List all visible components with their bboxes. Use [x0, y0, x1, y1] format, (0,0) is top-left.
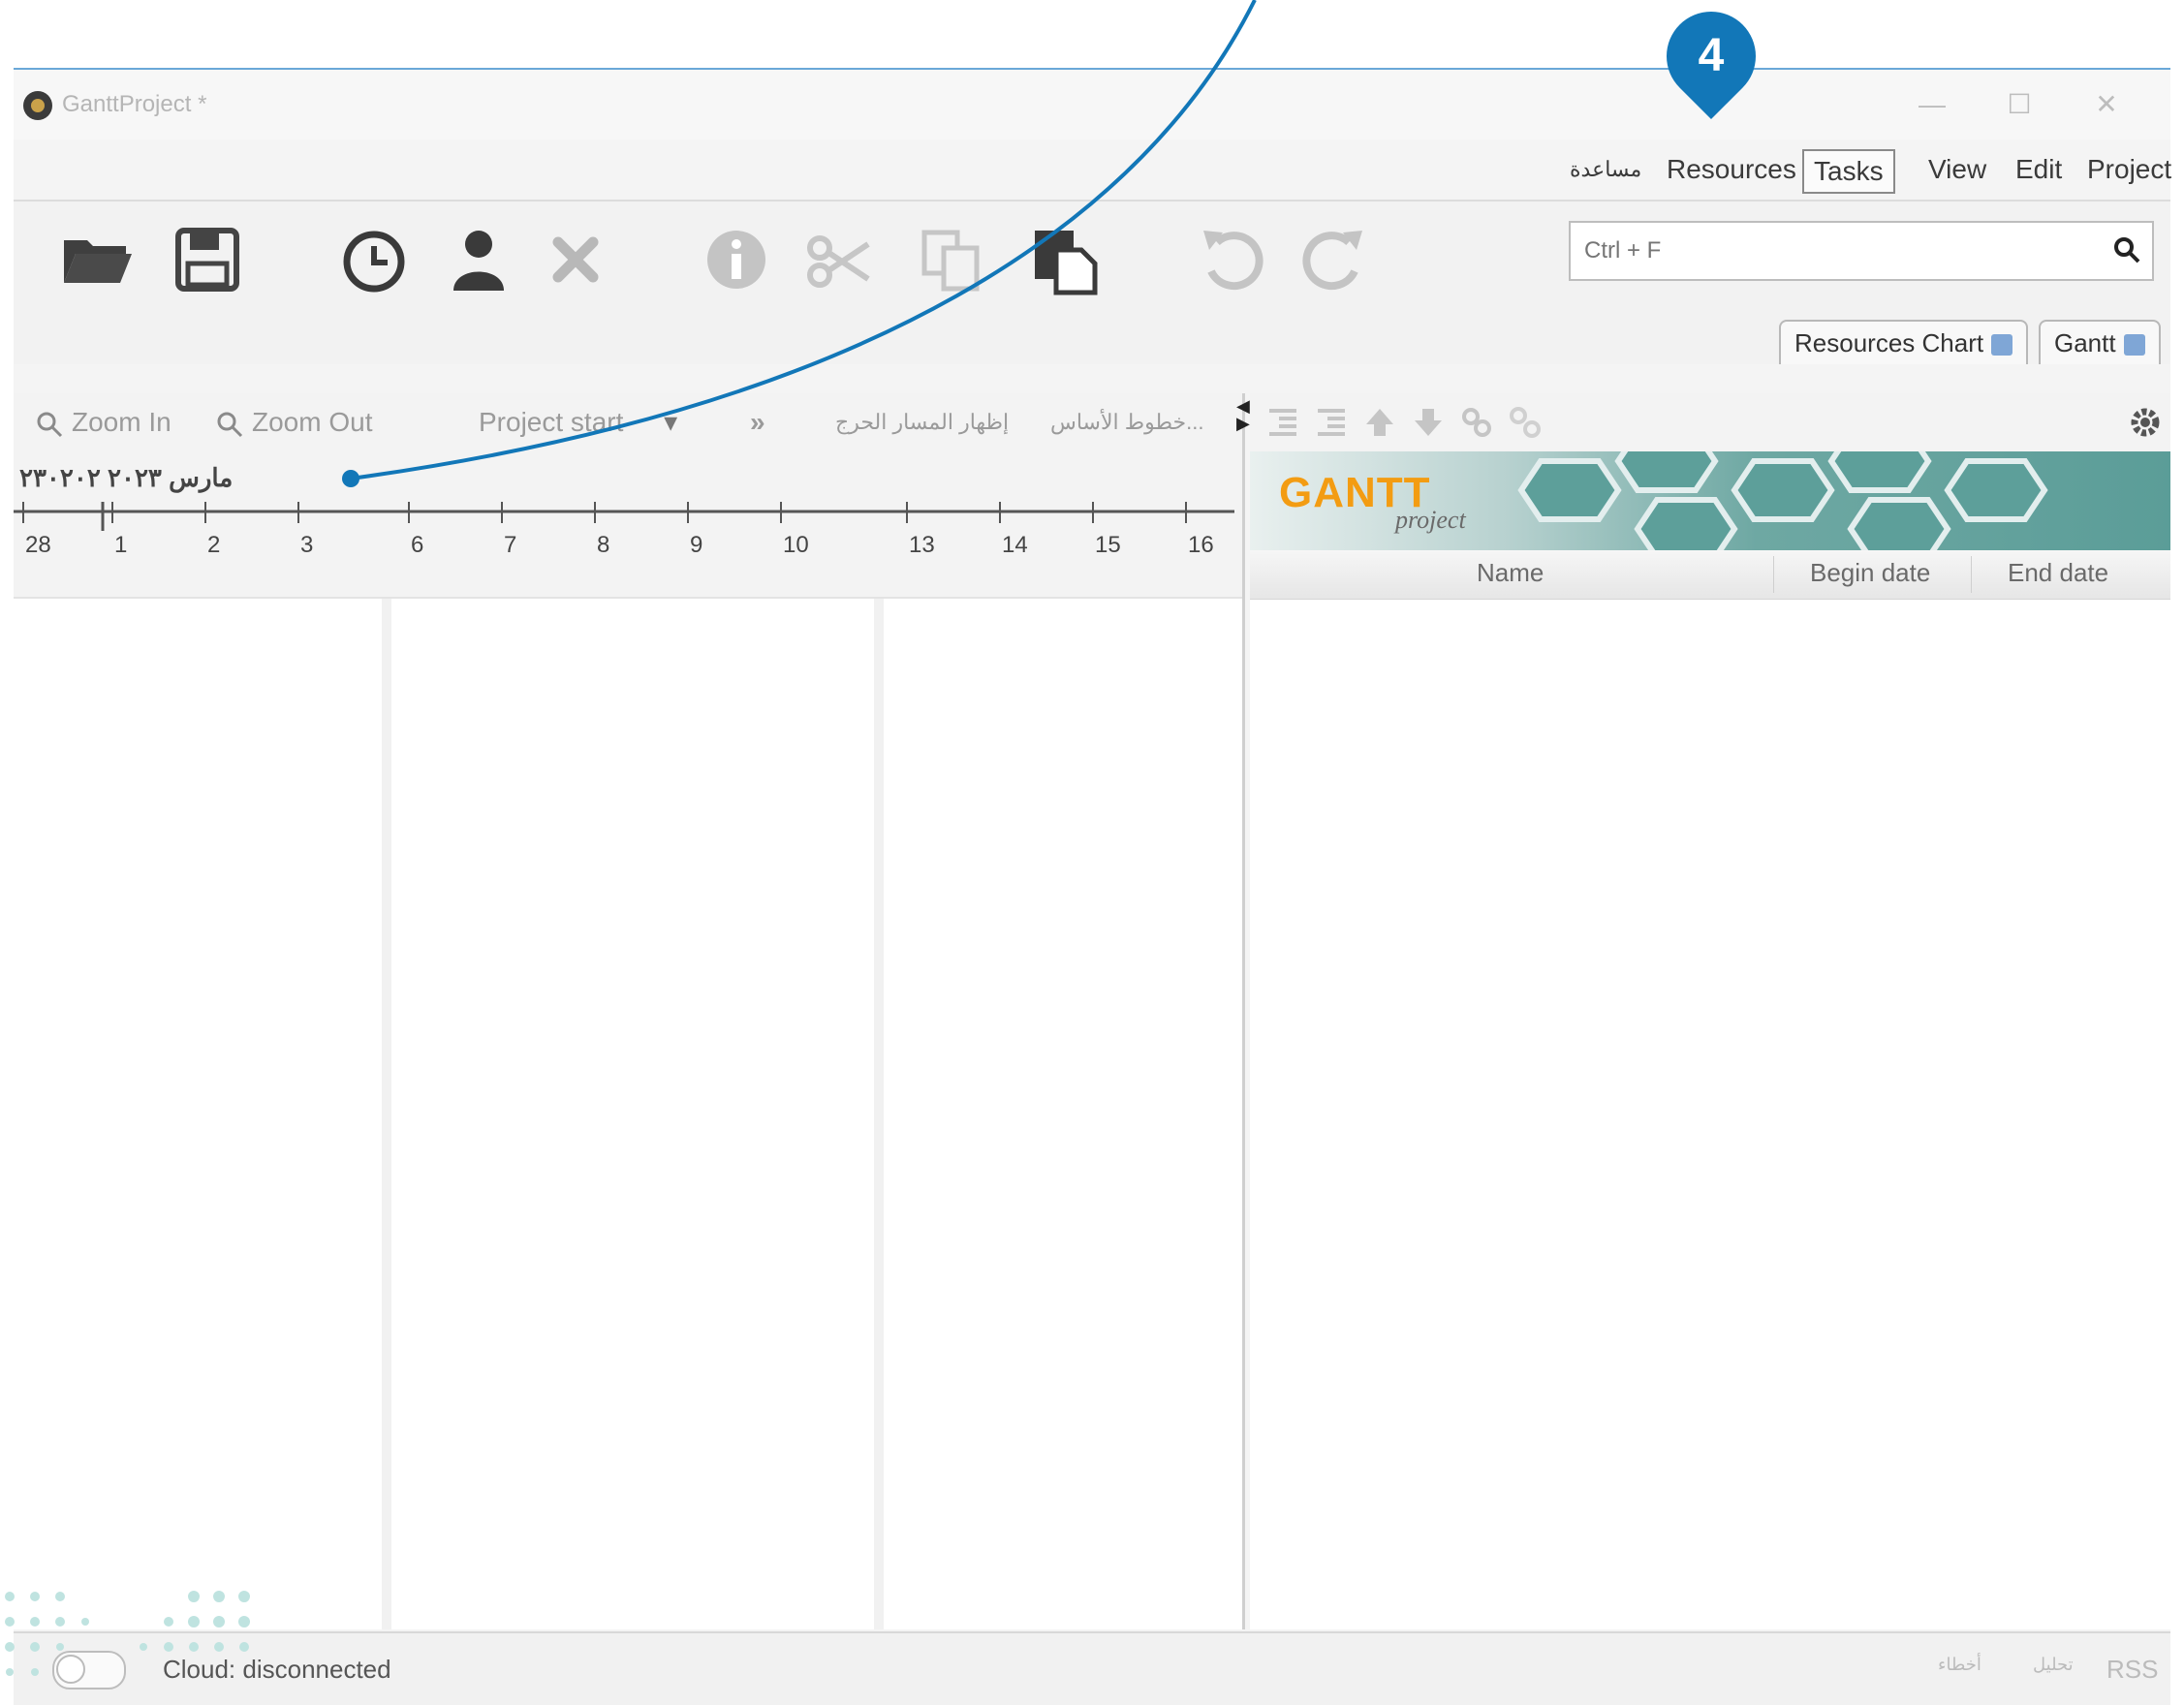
info-icon[interactable] [698, 221, 775, 298]
gantt-project-banner: GANTT project [1250, 451, 2170, 550]
zoom-out-icon [217, 412, 243, 437]
day-label: 2 [207, 532, 220, 558]
chart-toolbar: Zoom In Zoom Out Project start ▾ » إظهار… [14, 393, 1242, 451]
main-toolbar [14, 202, 2170, 316]
move-up-icon[interactable] [1362, 405, 1397, 440]
zoom-in-button[interactable]: Zoom In [35, 405, 172, 440]
task-tree-panel: GANTT project Name Begin date End date [1250, 393, 2170, 1629]
maximize-button[interactable]: ☐ [1990, 83, 2048, 126]
decorative-dots [5, 1591, 250, 1676]
clock-icon[interactable] [335, 221, 413, 298]
splitter-arrows[interactable]: ◀ ▶ [1236, 397, 1250, 432]
task-table-header: Name Begin date End date [1250, 550, 2170, 600]
menu-tasks[interactable]: Tasks [1802, 149, 1895, 194]
zoom-out-label: Zoom Out [252, 407, 373, 437]
day-label: 1 [114, 532, 127, 558]
day-label: 7 [504, 532, 516, 558]
column-separator [1773, 556, 1774, 593]
tab-resources-chart[interactable]: Resources Chart [1779, 320, 2029, 364]
link-icon[interactable] [1459, 405, 1494, 440]
tab-resources-chart-label: Resources Chart [1794, 328, 1984, 357]
day-label: 8 [597, 532, 609, 558]
task-tree-toolbar [1250, 393, 2170, 451]
move-down-icon[interactable] [1411, 405, 1446, 440]
day-label: 10 [783, 532, 809, 558]
scroll-forward-button[interactable]: » [750, 405, 765, 440]
zoom-in-label: Zoom In [72, 407, 172, 437]
chart-gridline [382, 599, 391, 1629]
outdent-icon[interactable] [1265, 405, 1300, 440]
zoom-out-button[interactable]: Zoom Out [215, 405, 372, 440]
delete-icon[interactable] [537, 221, 614, 298]
tab-gantt-label: Gantt [2054, 328, 2116, 357]
status-errors[interactable]: أخطاء [1938, 1655, 1981, 1675]
menu-edit[interactable]: Edit [2006, 149, 2072, 190]
critical-path-button[interactable]: إظهار المسار الحرج [835, 405, 1009, 440]
gantt-icon [2123, 334, 2145, 356]
view-tabs: Resources Chart Gantt [14, 316, 2170, 364]
chevron-down-icon: ▾ [664, 407, 678, 437]
gantt-logo-subtitle: project [1395, 506, 1466, 534]
title-bar: GanttProject * — ☐ ✕ [14, 70, 2170, 140]
tab-gantt[interactable]: Gantt [2039, 320, 2161, 364]
column-end-date[interactable]: End date [2008, 558, 2108, 588]
day-label: 14 [1002, 532, 1028, 558]
month-label: مارس ٢٠٢٣ ٢٣٠٢٠٢ [19, 463, 234, 492]
person-icon[interactable] [440, 221, 517, 298]
paste-icon[interactable] [1027, 221, 1105, 298]
open-folder-icon[interactable] [58, 221, 136, 298]
unlink-icon[interactable] [1508, 405, 1543, 440]
app-logo-icon [23, 91, 52, 120]
day-label: 28 [25, 532, 51, 558]
save-icon[interactable] [169, 221, 246, 298]
day-label: 16 [1188, 532, 1214, 558]
project-start-dropdown[interactable]: Project start ▾ [479, 405, 677, 440]
callout-number: 4 [1698, 30, 1725, 81]
column-name[interactable]: Name [1477, 558, 1544, 588]
status-bar: Cloud: disconnected أخطاء تحليل RSS [14, 1631, 2170, 1705]
app-window: GanttProject * — ☐ ✕ مساعدة Resources Ta… [14, 68, 2171, 1705]
close-button[interactable]: ✕ [2077, 83, 2136, 126]
status-analysis[interactable]: تحليل [2033, 1655, 2074, 1675]
search-field[interactable] [1569, 221, 2154, 281]
window-title: GanttProject * [62, 91, 207, 117]
day-label: 6 [411, 532, 423, 558]
search-icon[interactable] [2111, 234, 2142, 265]
copy-icon[interactable] [915, 221, 992, 298]
minimize-button[interactable]: — [1903, 83, 1961, 126]
gear-icon[interactable] [2128, 405, 2163, 440]
timeline-header: مارس ٢٠٢٣ ٢٣٠٢٠٢ 28 1 2 3 6 7 8 9 10 13 14 15 16 [14, 451, 1242, 599]
project-start-label: Project start [479, 407, 624, 437]
cut-icon[interactable] [800, 221, 878, 298]
timescale: 28 1 2 3 6 7 8 9 10 13 14 15 16 [14, 502, 1234, 558]
status-rss[interactable]: RSS [2106, 1655, 2158, 1685]
search-input[interactable] [1582, 231, 2090, 271]
redo-icon[interactable] [1295, 221, 1372, 298]
undo-icon[interactable] [1194, 221, 1271, 298]
baselines-button[interactable]: خطوط الأساس... [1050, 405, 1203, 440]
gantt-chart-panel: Zoom In Zoom Out Project start ▾ » إظهار… [14, 393, 1245, 1629]
menu-bar: مساعدة Resources Tasks View Edit Project [14, 140, 2171, 202]
day-label: 15 [1095, 532, 1121, 558]
zoom-in-icon [37, 412, 63, 437]
day-label: 3 [300, 532, 313, 558]
day-label: 13 [909, 532, 935, 558]
menu-view[interactable]: View [1919, 149, 1996, 190]
menu-resources[interactable]: Resources [1657, 149, 1806, 190]
column-separator [1971, 556, 1972, 593]
day-label: 9 [690, 532, 702, 558]
chart-gridline [874, 599, 884, 1629]
indent-icon[interactable] [1314, 405, 1349, 440]
resources-chart-icon [1991, 334, 2013, 356]
menu-help[interactable]: مساعدة [1560, 149, 1651, 190]
menu-project[interactable]: Project [2077, 149, 2181, 190]
column-begin-date[interactable]: Begin date [1810, 558, 1930, 588]
